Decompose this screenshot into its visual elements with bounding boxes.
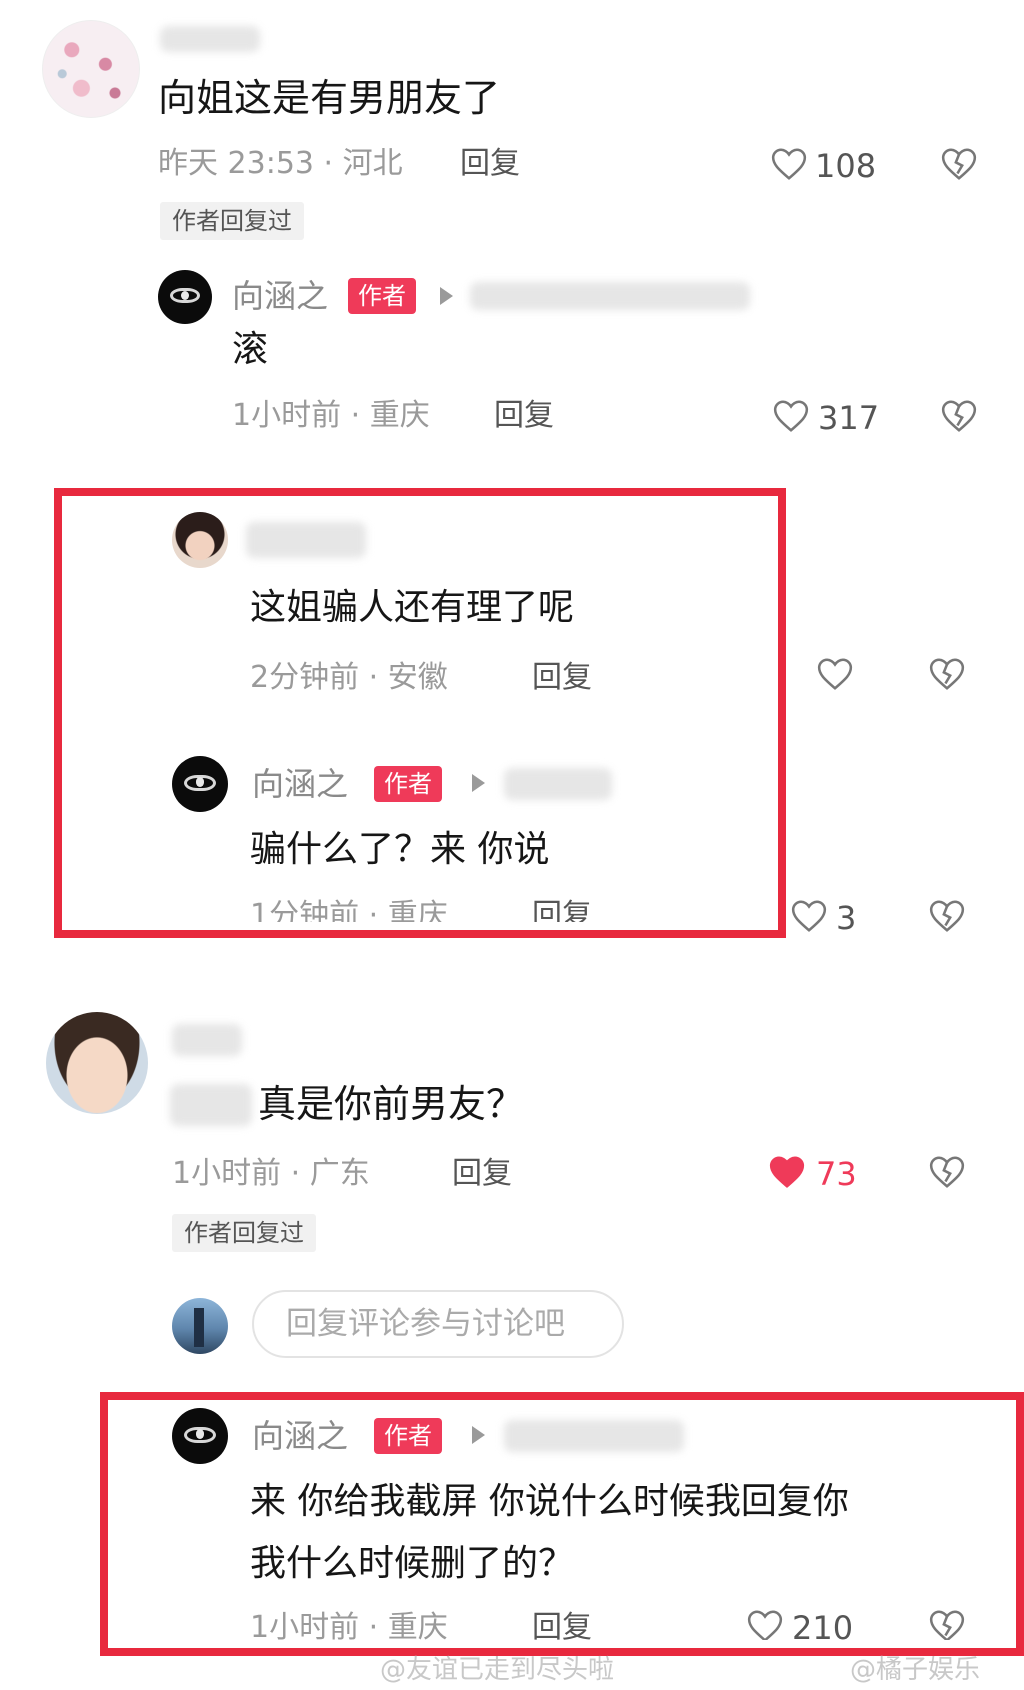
dislike-heart-icon[interactable] <box>940 398 978 434</box>
reply-meta: 1小时前 · 重庆 <box>250 1610 448 1640</box>
heart-outline-icon[interactable] <box>772 398 810 434</box>
reply-text: 滚 <box>232 329 269 370</box>
author-replied-tag: 作者回复过 <box>172 1214 316 1252</box>
heart-outline-icon[interactable] <box>816 656 854 692</box>
commenter-name-blurred <box>246 522 366 558</box>
comment-meta: 2分钟前 · 安徽 <box>250 660 448 695</box>
mention-blurred <box>170 1084 252 1126</box>
heart-outline-icon[interactable] <box>746 1610 784 1640</box>
reply-meta: 1分钟前 · 重庆 <box>250 898 448 922</box>
reply-button[interactable]: 回复 <box>460 146 520 182</box>
author-badge: 作者 <box>348 278 416 314</box>
reply-target-blurred <box>504 768 612 800</box>
commenter-avatar[interactable] <box>42 20 140 118</box>
comment-meta: 1小时前 · 广东 <box>172 1156 370 1191</box>
author-replied-tag: 作者回复过 <box>160 202 304 240</box>
dislike-heart-icon[interactable] <box>928 1610 966 1640</box>
reply-meta: 1小时前 · 重庆 <box>232 398 430 433</box>
reply-target-blurred <box>470 282 750 310</box>
reply-button[interactable]: 回复 <box>532 1610 592 1640</box>
play-arrow-icon <box>440 287 453 305</box>
commenter-avatar[interactable] <box>172 512 228 568</box>
dislike-heart-icon[interactable] <box>928 1154 966 1190</box>
like-count: 210 <box>792 1610 854 1640</box>
comment-meta: 昨天 23:53 · 河北 <box>158 146 403 181</box>
heart-outline-icon[interactable] <box>770 146 808 182</box>
watermark-right: @橘子娱乐 <box>850 1655 981 1685</box>
commenter-name-blurred <box>160 26 260 52</box>
reply-meta-row: 1小时前 · 重庆 回复 210 <box>250 1610 990 1640</box>
watermark-left: @友谊已走到尽头啦 <box>380 1655 615 1685</box>
reply-button[interactable]: 回复 <box>494 398 554 434</box>
like-count: 3 <box>836 899 857 937</box>
like-count: 73 <box>816 1155 857 1193</box>
author-avatar[interactable] <box>172 1408 228 1464</box>
reply-meta-row: 1分钟前 · 重庆 回复 <box>250 898 680 922</box>
dislike-heart-icon[interactable] <box>928 656 966 692</box>
like-count: 317 <box>818 399 880 437</box>
my-avatar <box>172 1298 228 1354</box>
author-name[interactable]: 向涵之 <box>252 1418 348 1454</box>
reply-button[interactable]: 回复 <box>532 660 592 696</box>
author-avatar[interactable] <box>172 756 228 812</box>
reply-text-line-2: 我什么时候删了的？ <box>250 1543 575 1584</box>
heart-outline-icon[interactable] <box>790 898 828 934</box>
reply-comment-input[interactable]: 回复评论参与讨论吧 <box>252 1290 624 1358</box>
author-name[interactable]: 向涵之 <box>252 766 348 802</box>
reply-button[interactable]: 回复 <box>532 898 592 922</box>
author-badge: 作者 <box>374 766 442 802</box>
commenter-name-blurred <box>172 1024 242 1056</box>
play-arrow-icon <box>472 1426 485 1444</box>
commenter-avatar[interactable] <box>46 1012 148 1114</box>
reply-button[interactable]: 回复 <box>452 1156 512 1192</box>
play-arrow-icon <box>472 774 485 792</box>
comment-text: 这姐骗人还有理了呢 <box>250 587 575 628</box>
author-avatar[interactable] <box>158 270 212 324</box>
reply-text: 骗什么了？来 你说 <box>250 829 550 870</box>
reply-text-line-1: 来 你给我截屏 你说什么时候我回复你 <box>250 1481 849 1522</box>
reply-target-blurred <box>504 1420 684 1452</box>
comment-text: 向姐这是有男朋友了 <box>158 76 501 120</box>
like-count: 108 <box>815 147 877 185</box>
dislike-heart-icon[interactable] <box>940 146 978 182</box>
comment-text: 真是你前男友？ <box>258 1082 525 1126</box>
author-name[interactable]: 向涵之 <box>232 278 328 314</box>
dislike-heart-icon[interactable] <box>928 898 966 934</box>
heart-filled-icon[interactable] <box>768 1154 806 1190</box>
author-badge: 作者 <box>374 1418 442 1454</box>
